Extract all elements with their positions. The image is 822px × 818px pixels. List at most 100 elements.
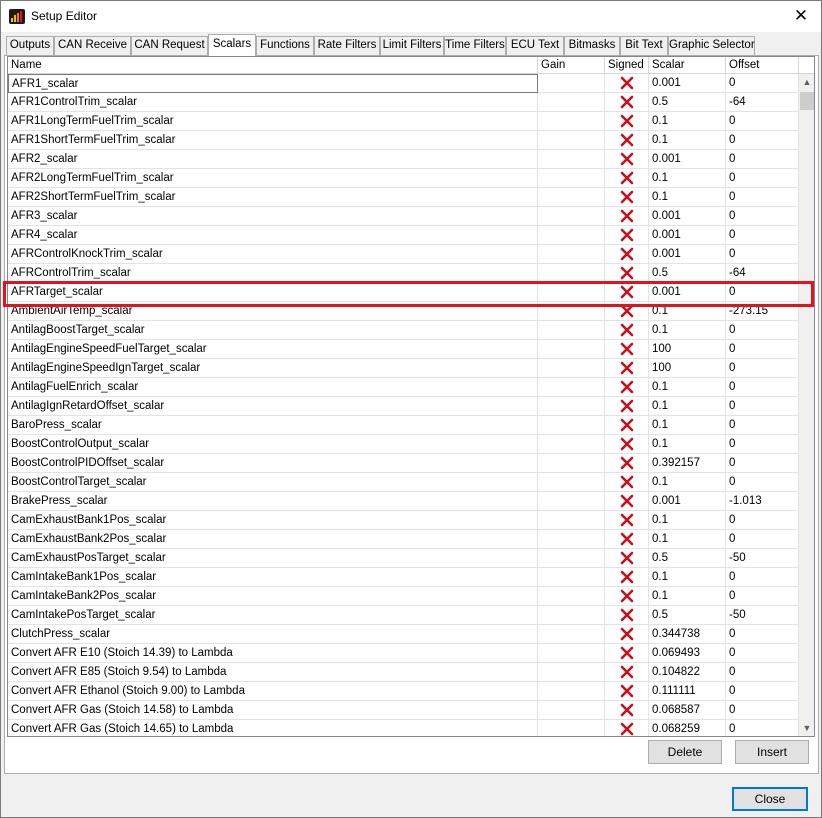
tab-graphic-selector[interactable]: Graphic Selector <box>668 36 755 55</box>
cell-scalar[interactable]: 0.068259 <box>649 720 726 736</box>
table-row[interactable]: AFR1LongTermFuelTrim_scalar 0.1 0 <box>8 112 799 131</box>
table-row[interactable]: AFRControlKnockTrim_scalar 0.001 0 <box>8 245 799 264</box>
cell-gain[interactable] <box>538 131 605 150</box>
tab-scalars[interactable]: Scalars <box>208 34 256 56</box>
cell-signed[interactable] <box>605 530 649 549</box>
cell-scalar[interactable]: 0.1 <box>649 112 726 131</box>
cell-signed[interactable] <box>605 568 649 587</box>
cell-offset[interactable]: -50 <box>726 606 799 625</box>
cell-offset[interactable]: -273.15 <box>726 302 799 321</box>
cell-name[interactable]: BoostControlPIDOffset_scalar <box>8 454 538 473</box>
table-row[interactable]: BoostControlOutput_scalar 0.1 0 <box>8 435 799 454</box>
cell-name[interactable]: AFR2ShortTermFuelTrim_scalar <box>8 188 538 207</box>
cell-gain[interactable] <box>538 473 605 492</box>
cell-scalar[interactable]: 0.1 <box>649 378 726 397</box>
cell-gain[interactable] <box>538 321 605 340</box>
table-row[interactable]: AFR2_scalar 0.001 0 <box>8 150 799 169</box>
cell-signed[interactable] <box>605 188 649 207</box>
cell-signed[interactable] <box>605 492 649 511</box>
cell-signed[interactable] <box>605 93 649 112</box>
cell-gain[interactable] <box>538 549 605 568</box>
cell-name[interactable]: CamExhaustBank2Pos_scalar <box>8 530 538 549</box>
insert-button[interactable]: Insert <box>735 740 809 764</box>
table-row[interactable]: AFRControlTrim_scalar 0.5 -64 <box>8 264 799 283</box>
cell-offset[interactable]: 0 <box>726 663 799 682</box>
cell-scalar[interactable]: 100 <box>649 359 726 378</box>
cell-scalar[interactable]: 0.1 <box>649 321 726 340</box>
cell-name[interactable]: AFR4_scalar <box>8 226 538 245</box>
cell-gain[interactable] <box>538 587 605 606</box>
cell-offset[interactable]: -1.013 <box>726 492 799 511</box>
cell-offset[interactable]: 0 <box>726 644 799 663</box>
cell-name[interactable]: AntilagEngineSpeedFuelTarget_scalar <box>8 340 538 359</box>
cell-name[interactable]: Convert AFR Gas (Stoich 14.65) to Lambda <box>8 720 538 736</box>
cell-gain[interactable] <box>538 245 605 264</box>
cell-name[interactable]: AFR3_scalar <box>8 207 538 226</box>
cell-name[interactable]: Convert AFR Ethanol (Stoich 9.00) to Lam… <box>8 682 538 701</box>
cell-scalar[interactable]: 0.392157 <box>649 454 726 473</box>
cell-scalar[interactable]: 0.001 <box>649 226 726 245</box>
table-row[interactable]: AFRTarget_scalar 0.001 0 <box>8 283 799 302</box>
cell-offset[interactable]: 0 <box>726 587 799 606</box>
cell-name[interactable]: AFRTarget_scalar <box>8 283 538 302</box>
cell-scalar[interactable]: 0.1 <box>649 397 726 416</box>
cell-offset[interactable]: 0 <box>726 321 799 340</box>
cell-name[interactable]: AFR2_scalar <box>8 150 538 169</box>
table-row[interactable]: AFR1_scalar 0.001 0 <box>8 74 799 93</box>
table-row[interactable]: AFR2ShortTermFuelTrim_scalar 0.1 0 <box>8 188 799 207</box>
cell-scalar[interactable]: 0.344738 <box>649 625 726 644</box>
cell-signed[interactable] <box>605 473 649 492</box>
cell-gain[interactable] <box>538 188 605 207</box>
cell-scalar[interactable]: 0.5 <box>649 264 726 283</box>
cell-name[interactable]: BoostControlTarget_scalar <box>8 473 538 492</box>
table-row[interactable]: AntilagIgnRetardOffset_scalar 0.1 0 <box>8 397 799 416</box>
table-row[interactable]: Convert AFR Ethanol (Stoich 9.00) to Lam… <box>8 682 799 701</box>
cell-scalar[interactable]: 0.1 <box>649 568 726 587</box>
cell-name[interactable]: AFR1_scalar <box>8 74 538 93</box>
close-window-icon[interactable]: ✕ <box>787 3 815 29</box>
cell-name[interactable]: AFR1LongTermFuelTrim_scalar <box>8 112 538 131</box>
cell-scalar[interactable]: 0.1 <box>649 416 726 435</box>
cell-name[interactable]: AntilagEngineSpeedIgnTarget_scalar <box>8 359 538 378</box>
scroll-thumb[interactable] <box>800 92 814 110</box>
cell-signed[interactable] <box>605 74 649 93</box>
vertical-scrollbar[interactable]: ▲ ▼ <box>799 74 814 736</box>
table-row[interactable]: CamIntakeBank1Pos_scalar 0.1 0 <box>8 568 799 587</box>
cell-scalar[interactable]: 0.111111 <box>649 682 726 701</box>
cell-offset[interactable]: 0 <box>726 435 799 454</box>
cell-signed[interactable] <box>605 644 649 663</box>
cell-scalar[interactable]: 0.001 <box>649 283 726 302</box>
cell-signed[interactable] <box>605 682 649 701</box>
cell-signed[interactable] <box>605 131 649 150</box>
cell-signed[interactable] <box>605 378 649 397</box>
tab-rate-filters[interactable]: Rate Filters <box>314 36 380 55</box>
cell-gain[interactable] <box>538 359 605 378</box>
cell-signed[interactable] <box>605 720 649 736</box>
table-row[interactable]: AFR1ShortTermFuelTrim_scalar 0.1 0 <box>8 131 799 150</box>
cell-offset[interactable]: 0 <box>726 188 799 207</box>
cell-gain[interactable] <box>538 416 605 435</box>
column-header-name[interactable]: Name <box>8 57 538 74</box>
cell-name[interactable]: CamIntakeBank1Pos_scalar <box>8 568 538 587</box>
cell-name[interactable]: BaroPress_scalar <box>8 416 538 435</box>
tab-outputs[interactable]: Outputs <box>6 36 54 55</box>
cell-signed[interactable] <box>605 226 649 245</box>
tab-limit-filters[interactable]: Limit Filters <box>380 36 444 55</box>
cell-scalar[interactable]: 0.001 <box>649 150 726 169</box>
cell-offset[interactable]: 0 <box>726 473 799 492</box>
cell-offset[interactable]: 0 <box>726 416 799 435</box>
cell-name[interactable]: AmbientAirTemp_scalar <box>8 302 538 321</box>
cell-gain[interactable] <box>538 606 605 625</box>
table-row[interactable]: AFR1ControlTrim_scalar 0.5 -64 <box>8 93 799 112</box>
cell-offset[interactable]: 0 <box>726 378 799 397</box>
cell-offset[interactable]: 0 <box>726 340 799 359</box>
tab-can-request[interactable]: CAN Request <box>131 36 208 55</box>
cell-offset[interactable]: -64 <box>726 264 799 283</box>
cell-scalar[interactable]: 0.1 <box>649 435 726 454</box>
cell-offset[interactable]: 0 <box>726 207 799 226</box>
tab-bit-text[interactable]: Bit Text <box>620 36 668 55</box>
cell-gain[interactable] <box>538 530 605 549</box>
cell-offset[interactable]: 0 <box>726 150 799 169</box>
cell-signed[interactable] <box>605 663 649 682</box>
cell-scalar[interactable]: 0.1 <box>649 530 726 549</box>
